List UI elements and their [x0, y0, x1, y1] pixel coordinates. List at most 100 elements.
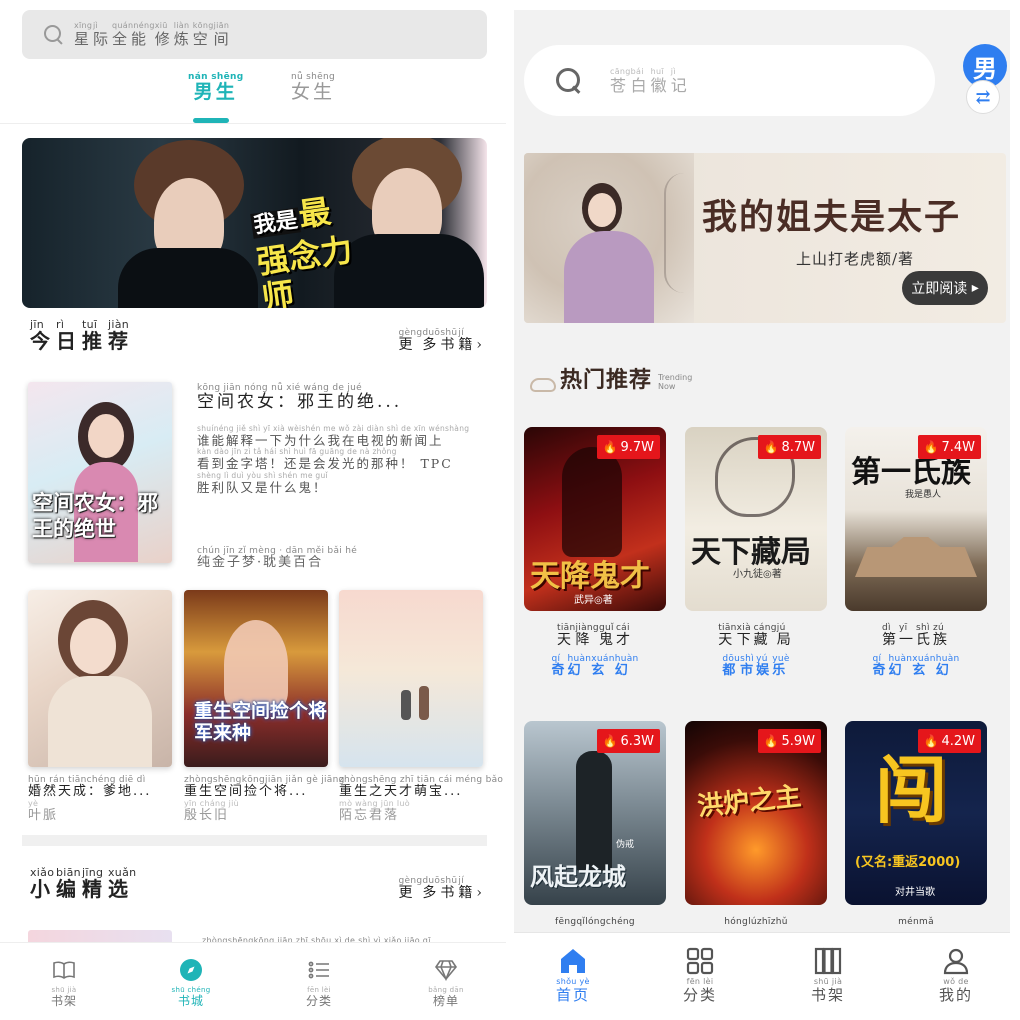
featured-book-cover[interactable]: 空间农女：邪王的绝世: [28, 382, 172, 563]
banner-title: 我是最强念力师: [250, 192, 355, 308]
flame-icon: 🔥: [763, 440, 779, 454]
book-title: dì 第 yī 一 shì 氏 zú 族: [882, 623, 950, 648]
popularity-badge: 🔥 7.4W: [917, 435, 981, 459]
right-screen: cāng 苍 bái 白 huī 徽 jì 记 男 ⇄ 我的姐夫是太子 上山打老虎额/著…: [514, 10, 1010, 1020]
tab-bookstore[interactable]: shū chéng 书城: [161, 957, 221, 1008]
list-icon: [306, 957, 332, 983]
tab-ranking[interactable]: bǎng dān 榜单: [416, 957, 476, 1008]
diamond-icon: [433, 957, 459, 983]
chevron-right-icon: ▸: [971, 280, 979, 296]
book-cover: 第一氏族 我是愚人 🔥 7.4W: [845, 427, 987, 611]
read-now-button[interactable]: 立即阅读 ▸: [902, 271, 988, 305]
tab-bookshelf[interactable]: shū jià 书架: [34, 957, 94, 1008]
book-author: 叶脈: [28, 808, 59, 824]
banner-figure-left-body: [118, 248, 258, 308]
popularity-badge: 🔥 5.9W: [757, 729, 821, 753]
panel-gap: [506, 0, 514, 1020]
section-today-title: jīn 今 rì 日 tuī 推 jiàn 荐: [30, 318, 134, 353]
tab-female[interactable]: nǚ shēng 女生: [291, 72, 335, 103]
book-cover: 闯 (又名:重返2000) 对井当歌 🔥 4.2W: [845, 721, 987, 905]
flame-icon: 🔥: [763, 734, 779, 748]
book-title: fēng qǐ lóng chéng: [555, 917, 635, 927]
bottom-tab-bar: shū jià 书架 shū chéng 书城 fēn lèi 分类 bǎng …: [0, 942, 506, 1020]
book-cover: 洪炉之主 🔥 5.9W: [685, 721, 827, 905]
tab-category[interactable]: fēn lèi 分类: [665, 945, 735, 1004]
tab-bookshelf[interactable]: shū jià 书架: [793, 945, 863, 1004]
book-card[interactable]: 闯 (又名:重返2000) 对井当歌 🔥 4.2W mén mǎ: [845, 721, 987, 927]
book-cover: 天下藏局 小九徒◎著 🔥 8.7W: [685, 427, 827, 611]
book-genre: qí 奇 huàn 幻 xuán 玄 huàn 幻: [551, 654, 639, 679]
tab-indicator: [193, 118, 229, 123]
user-icon: [940, 945, 972, 977]
book-card[interactable]: 风起龙城 伪戒 🔥 6.3W fēng qǐ lóng chéng: [524, 721, 666, 927]
popularity-badge: 🔥 9.7W: [596, 435, 660, 459]
flame-icon: 🔥: [602, 734, 618, 748]
book-card[interactable]: 第一氏族 我是愚人 🔥 7.4W dì 第 yī 一 shì 氏 zú 族 qí 奇 huà…: [845, 427, 987, 679]
flame-icon: 🔥: [923, 734, 939, 748]
book-card[interactable]: 洪炉之主 🔥 5.9W hóng lú zhī zhǔ: [685, 721, 827, 927]
bottom-tab-bar: shǒu yè 首页 fēn lèi 分类 shū jià 书架 wǒ de 我…: [514, 932, 1010, 1020]
book-title: tiān 天 jiàng 降 guǐ 鬼 cái 才: [557, 623, 633, 648]
featured-book-title: 空间农女：邪王的绝...: [197, 392, 403, 412]
compass-icon: [178, 957, 204, 983]
more-books-link[interactable]: gèng 更 duō 多 shū 书 jí 籍 ›: [399, 328, 486, 353]
tab-male[interactable]: nán shēng 男生: [188, 72, 243, 103]
book-cover: 重生空间捡个将军来种: [184, 590, 328, 767]
more-books-link[interactable]: gèng 更 duō 多 shū 书 jí 籍 ›: [399, 876, 486, 901]
popularity-badge: 🔥 4.2W: [917, 729, 981, 753]
promo-banner[interactable]: 我是最强念力师: [22, 138, 487, 308]
book-title: 重生空间捡个将...: [184, 784, 308, 799]
grid-icon: [684, 945, 716, 977]
search-bar[interactable]: xīng 星 jì 际 quánnéng 全能 xiū 修 liàn 炼 kōng 空 ji…: [22, 10, 487, 59]
popularity-badge: 🔥 6.3W: [596, 729, 660, 753]
featured-book-description: shuínéng jiě shì yī xià wèishén me wǒ zà…: [197, 423, 470, 496]
book-card[interactable]: zhòngshēng zhī tiān cái méng bǎo 重生之天才萌宝.…: [339, 590, 503, 824]
bookshelf-icon: [812, 945, 844, 977]
book-cover: 天降鬼才 武异◎著 🔥 9.7W: [524, 427, 666, 611]
book-title: tiān 天 xià 下 cáng 藏 jú 局: [718, 623, 794, 648]
popularity-badge: 🔥 8.7W: [757, 435, 821, 459]
section-divider: [22, 835, 487, 846]
tab-category[interactable]: fēn lèi 分类: [289, 957, 349, 1008]
flame-icon: 🔥: [602, 440, 618, 454]
book-title: 重生之天才萌宝...: [339, 784, 463, 799]
book-card[interactable]: hūn rán tiānchéng diē dì 婚然天成：爹地... yè 叶脈: [28, 590, 172, 824]
chevron-right-icon: ›: [476, 337, 486, 353]
banner-title: 我的姐夫是太子: [702, 197, 962, 238]
promo-banner[interactable]: 我的姐夫是太子 上山打老虎额/著 立即阅读 ▸: [524, 153, 1006, 323]
cloud-icon: [530, 378, 556, 392]
gender-tabs: nán shēng 男生 nǚ shēng 女生: [0, 72, 506, 124]
book-card[interactable]: 天降鬼才 武异◎著 🔥 9.7W tiān 天 jiàng 降 guǐ 鬼 cái 才 q…: [524, 427, 666, 679]
search-icon: [44, 24, 64, 45]
book-cover: 风起龙城 伪戒 🔥 6.3W: [524, 721, 666, 905]
tab-profile[interactable]: wǒ de 我的: [921, 945, 991, 1004]
book-genre: dōu 都 shì 市 yú 娱 yuè 乐: [722, 654, 790, 679]
featured-book-info[interactable]: kōng jiān nóng nǚ xié wáng de jué 空间农女：邪…: [197, 383, 487, 495]
book-cover: [28, 590, 172, 767]
book-title: mén mǎ: [898, 917, 934, 927]
section-editor-title: xiǎo 小 biān 编 jīng 精 xuǎn 选: [30, 866, 137, 901]
home-icon: [557, 945, 589, 977]
book-cover: [339, 590, 483, 767]
featured-book-author: chún jīn zǐ mèng · dān měi bǎi hé 纯金子梦·耽…: [197, 546, 358, 570]
cover-figure-face: [88, 414, 124, 458]
book-open-icon: [51, 957, 77, 983]
flame-icon: 🔥: [923, 440, 939, 454]
search-placeholder: cāng 苍 bái 白 huī 徽 jì 记: [610, 66, 691, 95]
book-genre: qí 奇 huàn 幻 xuán 玄 huàn 幻: [872, 654, 960, 679]
chevron-right-icon: ›: [476, 885, 486, 901]
left-screen: xīng 星 jì 际 quánnéng 全能 xiū 修 liàn 炼 kōng 空 ji…: [0, 0, 506, 1020]
book-title: 婚然天成：爹地...: [28, 784, 152, 799]
book-author: 陌忘君落: [339, 808, 400, 824]
book-card[interactable]: 天下藏局 小九徒◎著 🔥 8.7W tiān 天 xià 下 cáng 藏 jú 局 dō…: [685, 427, 827, 679]
search-placeholder: xīng 星 jì 际 quánnéng 全能 xiū 修 liàn 炼 kōng 空 ji…: [74, 21, 233, 49]
book-author: 殷长旧: [184, 808, 230, 824]
swap-icon[interactable]: ⇄: [966, 80, 1000, 114]
book-card[interactable]: 重生空间捡个将军来种 zhòngshēngkōngjiān jiǎn gè ji…: [184, 590, 344, 824]
section-hot-title: 热门推荐 Trending Now: [530, 362, 692, 394]
banner-author: 上山打老虎额/著: [796, 250, 915, 268]
search-icon: [556, 67, 582, 94]
search-bar[interactable]: cāng 苍 bái 白 huī 徽 jì 记: [524, 45, 935, 116]
featured-cover-title: 空间农女：邪王的绝世: [32, 491, 158, 541]
tab-home[interactable]: shǒu yè 首页: [538, 945, 608, 1004]
